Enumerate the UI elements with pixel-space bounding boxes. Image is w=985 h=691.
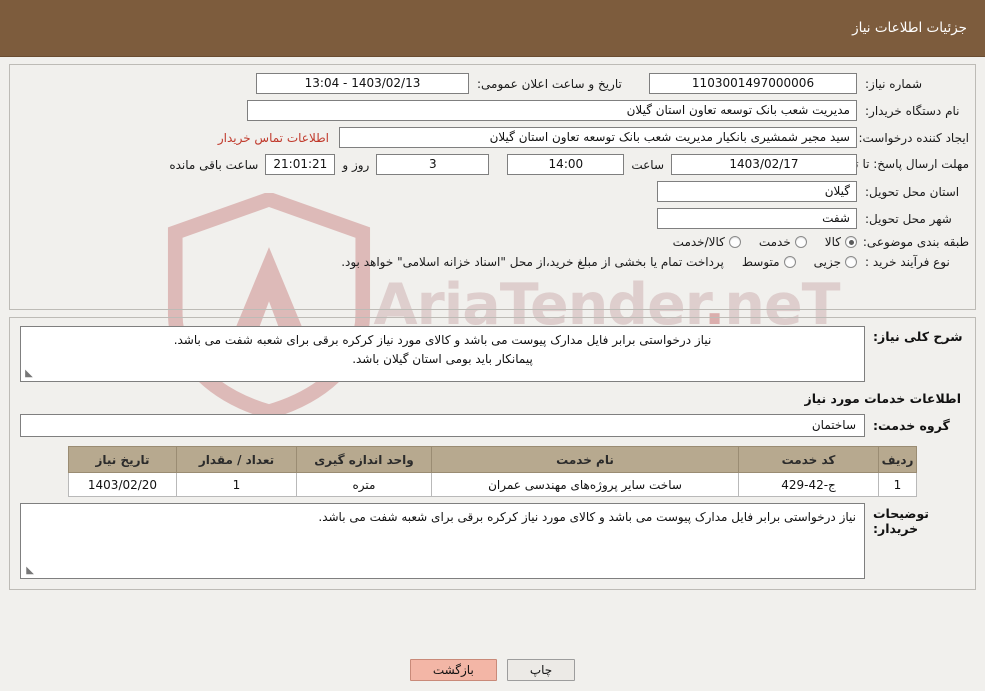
td-date: 1403/02/20 (68, 472, 177, 497)
radio-icon[interactable] (794, 236, 807, 248)
category-option-kala-khedmat-label: کالا/خدمت (672, 235, 725, 249)
summary-text-box: نیاز درخواستی برابر فایل مدارک پیوست می … (20, 326, 865, 382)
service-group-value: ساختمان (20, 414, 865, 437)
deadline-countdown-label: ساعت باقی مانده (169, 157, 259, 172)
deadline-time: 14:00 (507, 154, 625, 175)
purchase-type-option-motevaset[interactable]: متوسط (742, 255, 796, 269)
row-need-number: شماره نیاز: 1103001497000006 تاریخ و ساع… (16, 73, 969, 94)
city-value: شفت (657, 208, 857, 229)
td-row: 1 (878, 472, 917, 497)
footer-actions: چاپ بازگشت (0, 659, 985, 681)
row-buyer-org: نام دستگاه خریدار: مدیریت شعب بانک توسعه… (16, 100, 969, 121)
purchase-type-option-jozei[interactable]: جزیی (814, 255, 857, 269)
deadline-days: 3 (376, 154, 490, 175)
services-table: ردیف کد خدمت نام خدمت واحد اندازه گیری ت… (68, 446, 917, 497)
need-number-label: شماره نیاز: (865, 76, 922, 91)
service-group-row: گروه خدمت: ساختمان (20, 414, 965, 437)
table-header-row: ردیف کد خدمت نام خدمت واحد اندازه گیری ت… (68, 446, 917, 473)
buyer-notes-row: توضیحات خریدار: نیاز درخواستی برابر فایل… (20, 503, 965, 579)
province-label: استان محل تحویل: (865, 184, 960, 199)
announce-datetime-label: تاریخ و ساعت اعلان عمومی: (477, 76, 622, 91)
back-button[interactable]: بازگشت (409, 659, 497, 681)
province-value: گیلان (657, 181, 857, 202)
summary-text-line1: نیاز درخواستی برابر فایل مدارک پیوست می … (173, 333, 712, 347)
buyer-org-label: نام دستگاه خریدار: (865, 103, 960, 118)
resize-grip-icon[interactable]: ◣ (24, 566, 34, 576)
row-category: طبقه بندی موضوعی: کالا خدمت کالا/خدمت (16, 235, 969, 249)
buyer-org-value: مدیریت شعب بانک توسعه تعاون استان گیلان (247, 100, 857, 121)
td-code: ج-42-429 (738, 472, 879, 497)
row-city: شهر محل تحویل: شفت (16, 208, 969, 229)
td-unit: متره (296, 472, 432, 497)
th-row: ردیف (878, 446, 917, 473)
th-qty: تعداد / مقدار (176, 446, 297, 473)
category-radio-group: کالا خدمت کالا/خدمت (659, 235, 857, 249)
purchase-type-label: نوع فرآیند خرید : (865, 255, 950, 269)
summary-text-line2: پیمانکار باید بومی استان گیلان باشد. (352, 351, 533, 366)
deadline-time-label: ساعت (631, 157, 664, 172)
radio-icon[interactable] (728, 236, 741, 248)
resize-grip-icon[interactable]: ◣ (24, 369, 34, 379)
purchase-type-option-jozei-label: جزیی (813, 255, 841, 269)
page-title: جزئیات اطلاعات نیاز (852, 20, 967, 36)
category-option-khedmat[interactable]: خدمت (759, 235, 807, 249)
purchase-type-option-motevaset-label: متوسط (741, 255, 780, 269)
buyer-notes-label: توضیحات خریدار: (873, 506, 929, 536)
category-option-kala-label: کالا (824, 235, 841, 249)
creator-value: سید مجیر شمشیری بانکیار مدیریت شعب بانک … (339, 127, 857, 148)
service-group-label: گروه خدمت: (873, 418, 950, 433)
city-label: شهر محل تحویل: (865, 211, 952, 226)
need-info-panel: شماره نیاز: 1103001497000006 تاریخ و ساع… (9, 64, 976, 310)
purchase-type-radio-group: جزیی متوسط (728, 255, 857, 269)
radio-icon[interactable] (845, 256, 857, 268)
category-option-khedmat-label: خدمت (758, 235, 791, 249)
summary-label: شرح کلی نیاز: (873, 329, 963, 344)
category-option-kala[interactable]: کالا (825, 235, 857, 249)
purchase-type-note: پرداخت تمام یا بخشی از مبلغ خرید،از محل … (341, 255, 724, 269)
buyer-contact-link[interactable]: اطلاعات تماس خریدار (218, 131, 339, 145)
need-number-value: 1103001497000006 (649, 73, 857, 94)
page-header: جزئیات اطلاعات نیاز (0, 0, 985, 57)
deadline-label: مهلت ارسال پاسخ: تا تاریخ: (830, 157, 969, 171)
th-name: نام خدمت (431, 446, 739, 473)
th-unit: واحد اندازه گیری (296, 446, 432, 473)
deadline-days-label: روز و (342, 157, 370, 172)
creator-label: ایجاد کننده درخواست: (858, 130, 969, 145)
row-province: استان محل تحویل: گیلان (16, 181, 969, 202)
print-button[interactable]: چاپ (506, 659, 576, 681)
table-row: 1 ج-42-429 ساخت سایر پروژه‌های مهندسی عم… (68, 472, 917, 497)
details-panel: شرح کلی نیاز: نیاز درخواستی برابر فایل م… (9, 317, 976, 590)
row-creator: ایجاد کننده درخواست: سید مجیر شمشیری بان… (16, 127, 969, 148)
deadline-date: 1403/02/17 (671, 154, 857, 175)
row-purchase-type: نوع فرآیند خرید : جزیی متوسط پرداخت تمام… (16, 255, 969, 269)
radio-icon[interactable] (845, 236, 857, 248)
category-label: طبقه بندی موضوعی: (862, 235, 969, 249)
th-code: کد خدمت (738, 446, 879, 473)
th-date: تاریخ نیاز (68, 446, 177, 473)
radio-icon[interactable] (783, 256, 796, 268)
announce-datetime-value: 1403/02/13 - 13:04 (256, 73, 469, 94)
summary-row: شرح کلی نیاز: نیاز درخواستی برابر فایل م… (20, 326, 965, 382)
buyer-notes-text-box: نیاز درخواستی برابر فایل مدارک پیوست می … (20, 503, 865, 579)
deadline-countdown: 21:01:21 (265, 154, 336, 175)
page-root: جزئیات اطلاعات نیاز AriaTender.neT شماره… (0, 0, 985, 691)
td-qty: 1 (176, 472, 297, 497)
category-option-kala-khedmat[interactable]: کالا/خدمت (673, 235, 741, 249)
td-name: ساخت سایر پروژه‌های مهندسی عمران (431, 472, 739, 497)
services-section-title: اطلاعات خدمات مورد نیاز (804, 391, 962, 406)
buyer-notes-text: نیاز درخواستی برابر فایل مدارک پیوست می … (318, 510, 856, 524)
row-deadline: مهلت ارسال پاسخ: تا تاریخ: 1403/02/17 سا… (16, 154, 969, 175)
